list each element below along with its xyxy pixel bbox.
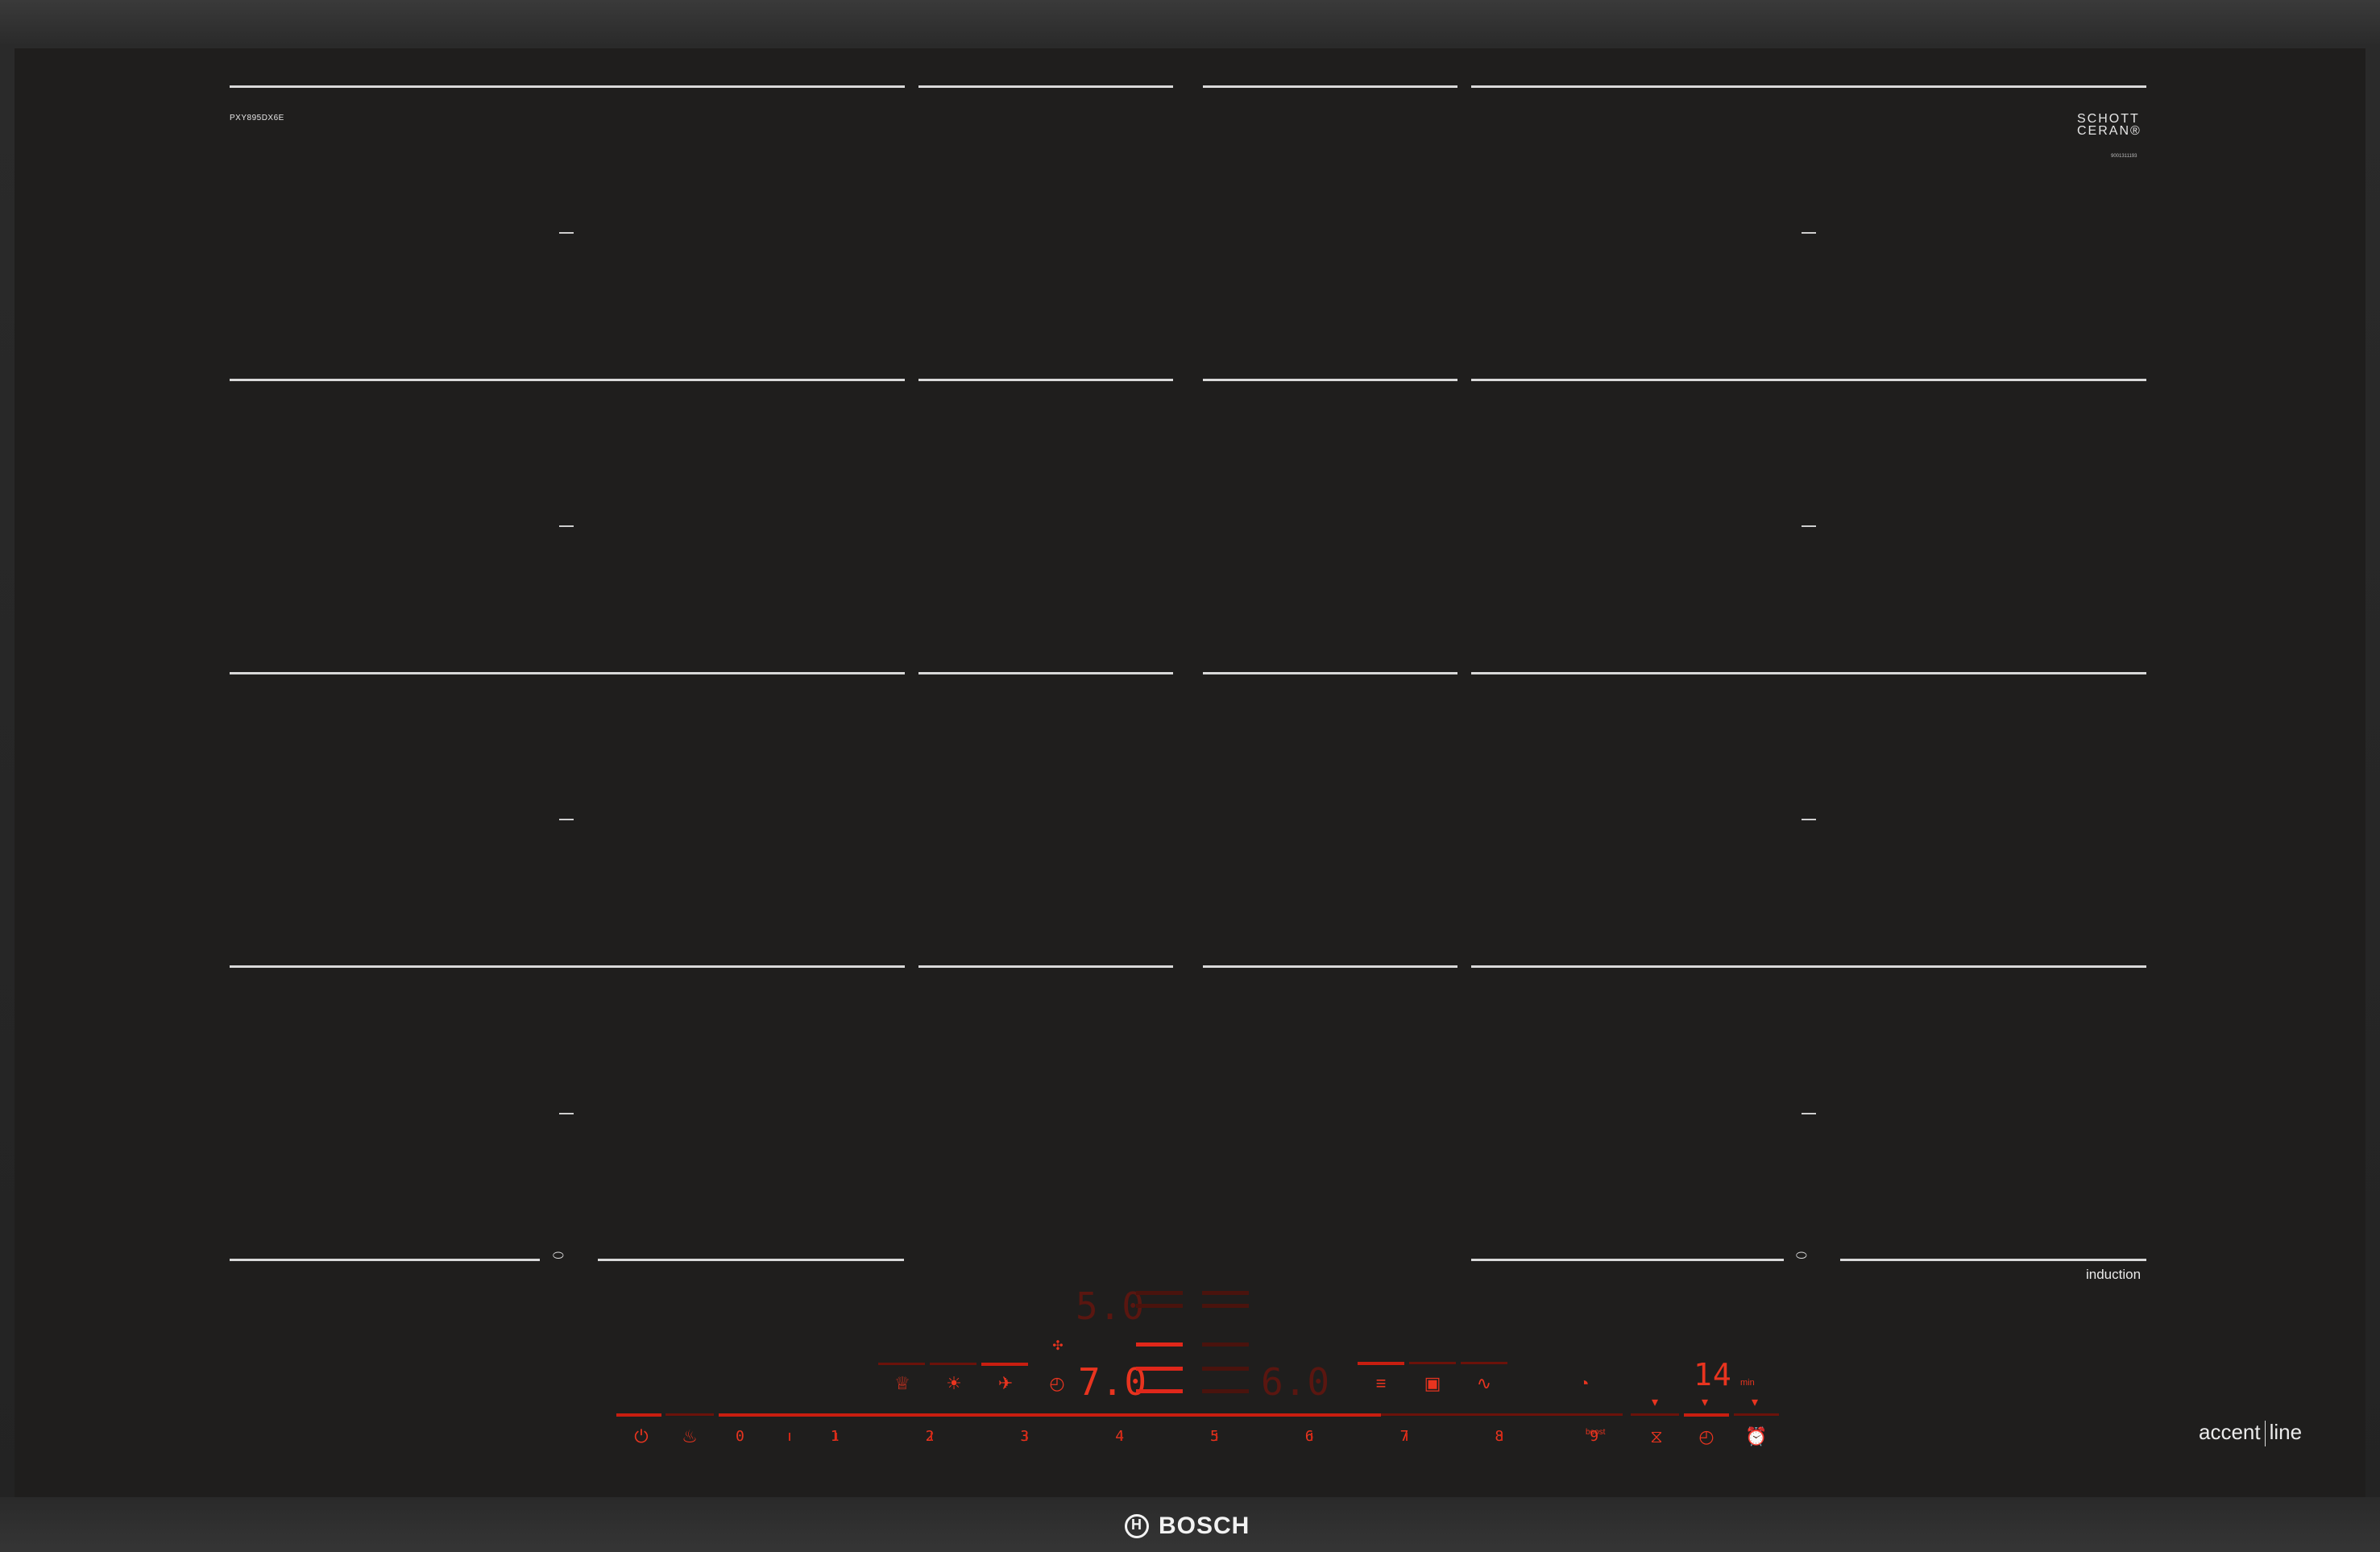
model-number: PXY895DX6E xyxy=(230,114,284,122)
power-level-tick xyxy=(1121,1433,1122,1441)
power-level-tick xyxy=(931,1433,932,1441)
recipe-icon[interactable]: ≡ xyxy=(1370,1375,1392,1392)
power-level-tick xyxy=(1501,1433,1503,1441)
level-bar xyxy=(1136,1342,1183,1347)
zone-marker xyxy=(559,819,574,820)
serial-number: 9001311193 xyxy=(2111,154,2137,159)
frying-sensor-icon[interactable]: ♕ xyxy=(891,1375,914,1392)
ceramic-glass-surface xyxy=(15,48,2365,1499)
zone-line xyxy=(1840,1259,2146,1261)
zone-line xyxy=(918,379,1173,381)
level-bar xyxy=(1136,1291,1183,1295)
level-bar xyxy=(1202,1342,1249,1347)
zone-line xyxy=(598,1259,904,1261)
timer-unit: min xyxy=(1740,1378,1755,1388)
zone-display-top: 5.0 xyxy=(1076,1284,1146,1328)
level-bar xyxy=(1136,1389,1183,1393)
zone-marker xyxy=(559,1113,574,1114)
power-level-tick xyxy=(1311,1433,1312,1441)
power-icon[interactable]: ⏻ xyxy=(630,1428,653,1446)
schott-ceran-logo: SCHOTT CERAN® xyxy=(2077,112,2142,138)
bosch-armature-icon xyxy=(1125,1514,1149,1538)
level-bar xyxy=(1202,1389,1249,1393)
zone-line xyxy=(1471,672,2146,674)
zone-marker xyxy=(1802,232,1816,234)
child-lock-icon[interactable]: ♨ xyxy=(678,1428,701,1446)
level-bar xyxy=(1202,1291,1249,1295)
power-level-tick xyxy=(1216,1433,1217,1441)
zone-line xyxy=(918,85,1173,88)
egg-timer-icon[interactable]: ⧖ xyxy=(1645,1428,1668,1446)
zone-line xyxy=(1471,965,2146,968)
chevron-down-icon[interactable]: ▾ xyxy=(1745,1394,1764,1412)
pan-icon[interactable]: ▣ xyxy=(1421,1375,1444,1392)
level-bar xyxy=(1202,1304,1249,1308)
power-slider-track[interactable] xyxy=(719,1413,1381,1417)
zone-display-right: 6.0 xyxy=(1261,1360,1331,1404)
fan-icon[interactable]: ✈ xyxy=(994,1375,1017,1392)
flex-zone-icon[interactable]: ∿ xyxy=(1473,1375,1495,1392)
level-bar xyxy=(1202,1367,1249,1371)
zone-line xyxy=(230,85,905,88)
zone-marker xyxy=(1802,1113,1816,1114)
zone-line xyxy=(230,672,905,674)
zone-marker xyxy=(559,232,574,234)
zone-line xyxy=(1203,965,1457,968)
level-bar xyxy=(1136,1367,1183,1371)
power-level-tick xyxy=(789,1433,790,1441)
zone-line xyxy=(230,379,905,381)
flex-induction-icon: ⬭ xyxy=(553,1249,564,1263)
light-icon[interactable]: ☀ xyxy=(943,1375,965,1392)
zone-marker xyxy=(1802,525,1816,527)
zone-line xyxy=(1471,85,2146,88)
zone-line xyxy=(1203,85,1457,88)
zone-line xyxy=(1471,1259,1784,1261)
induction-label: induction xyxy=(2086,1267,2142,1282)
timer-display: 14 xyxy=(1694,1357,1732,1392)
bosch-logo: BOSCH xyxy=(1125,1510,1250,1542)
power-level-3[interactable]: 3 xyxy=(1020,1428,1029,1445)
zone-line xyxy=(1203,672,1457,674)
power-level-tick xyxy=(1026,1433,1027,1441)
zone-line xyxy=(918,672,1173,674)
power-level-6[interactable]: 6 xyxy=(1305,1428,1314,1445)
power-level-0[interactable]: 0 xyxy=(736,1428,744,1445)
alarm-icon[interactable]: ⏰ xyxy=(1745,1428,1768,1446)
timer-icon[interactable]: ◴ xyxy=(1046,1375,1068,1392)
chevron-down-icon[interactable]: ▾ xyxy=(1645,1394,1665,1412)
accent-line-logo: accent line xyxy=(2199,1420,2302,1447)
level-bar xyxy=(1136,1304,1183,1308)
stopwatch-icon[interactable]: ◴ xyxy=(1695,1428,1718,1446)
zone-line xyxy=(918,965,1173,968)
power-level-5[interactable]: 5 xyxy=(1210,1428,1219,1445)
chevron-down-icon[interactable]: ▾ xyxy=(1695,1394,1715,1412)
zone-marker xyxy=(559,525,574,527)
boost-label[interactable]: boost xyxy=(1586,1428,1605,1437)
flex-induction-icon: ⬭ xyxy=(1796,1249,1807,1263)
power-level-4[interactable]: 4 xyxy=(1115,1428,1124,1445)
power-level-tick xyxy=(1406,1433,1408,1441)
zone-marker xyxy=(1802,819,1816,820)
fan-icon[interactable]: ✣ xyxy=(1047,1338,1068,1355)
zone-line xyxy=(1203,379,1457,381)
zone-line xyxy=(1471,379,2146,381)
zone-line xyxy=(230,1259,540,1261)
power-level-tick xyxy=(835,1433,837,1441)
wifi-icon[interactable]: ◔ xyxy=(1573,1375,1595,1392)
zone-line xyxy=(230,965,905,968)
